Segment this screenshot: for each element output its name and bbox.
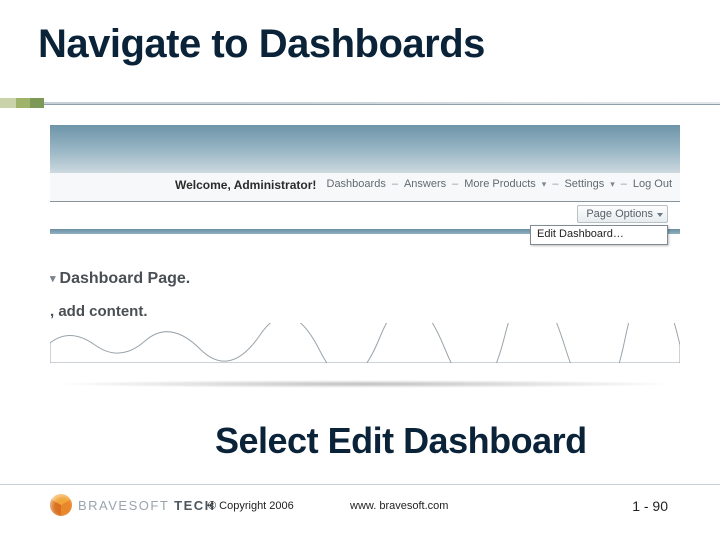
nav-logout[interactable]: Log Out — [633, 178, 672, 190]
nav-sep: – — [452, 178, 458, 190]
footer: BRAVESOFT TECH © Copyright 2006 www. bra… — [0, 484, 720, 524]
app-banner — [50, 125, 680, 174]
torn-edge — [50, 343, 680, 385]
slide: Navigate to Dashboards Welcome, Administ… — [0, 0, 720, 540]
title-underline — [0, 98, 720, 108]
screenshot-shadow — [48, 380, 682, 388]
nav-settings[interactable]: Settings — [564, 178, 604, 190]
page-number: 1 - 90 — [632, 498, 668, 514]
page-options-button[interactable]: Page Options — [577, 205, 668, 223]
footer-divider — [0, 484, 720, 485]
app-screenshot: Welcome, Administrator! Dashboards – Ans… — [50, 125, 680, 385]
copyright: © Copyright 2006 — [208, 500, 294, 512]
page-options-row: Page Options — [577, 205, 668, 223]
slide-title: Navigate to Dashboards — [38, 22, 485, 67]
brand-logo: BRAVESOFT TECH — [50, 494, 216, 516]
nav-sep: – — [621, 178, 627, 190]
logo-swirl-icon — [50, 494, 72, 516]
welcome-text: Welcome, Administrator! — [175, 178, 316, 192]
body-line-2: , add content. — [50, 303, 148, 320]
nav-answers[interactable]: Answers — [404, 178, 446, 190]
chevron-down-icon: ▾ — [610, 179, 615, 190]
top-nav: Dashboards – Answers – More Products ▾ –… — [327, 178, 673, 190]
chevron-down-icon: ▾ — [50, 273, 56, 285]
cta-text: Select Edit Dashboard — [215, 420, 587, 462]
nav-sep: – — [392, 178, 398, 190]
edit-dashboard-menu-item[interactable]: Edit Dashboard… — [530, 225, 668, 245]
chevron-down-icon: ▾ — [542, 179, 547, 190]
footer-url: www. bravesoft.com — [350, 500, 448, 512]
logo-text: BRAVESOFT TECH — [78, 498, 216, 513]
body-line-1: ▾Dashboard Page. — [50, 270, 190, 288]
nav-dashboards[interactable]: Dashboards — [327, 178, 386, 190]
nav-more-products[interactable]: More Products — [464, 178, 536, 190]
nav-sep: – — [552, 178, 558, 190]
